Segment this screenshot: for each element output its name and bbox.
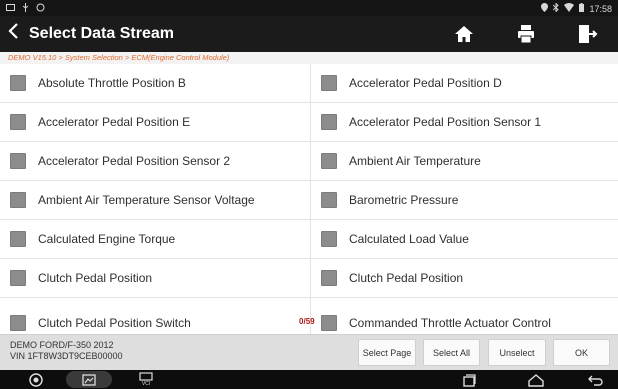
item-label: Accelerator Pedal Position D [349,76,502,90]
exit-icon[interactable] [576,23,598,45]
diagnostic-app-icon[interactable] [26,371,46,388]
notification-icon [6,3,15,14]
vci-label: VCI [141,381,151,387]
title-bar: Select Data Stream [0,16,618,52]
screenshot-icon[interactable] [66,371,112,388]
item-label: Clutch Pedal Position [349,271,464,285]
item-label: Ambient Air Temperature Sensor Voltage [38,193,255,207]
list-item[interactable]: Commanded Throttle Actuator Control [311,303,618,334]
checkbox[interactable] [321,114,337,130]
print-icon[interactable] [515,23,537,45]
item-label: Calculated Engine Torque [38,232,176,246]
list-item[interactable]: Accelerator Pedal Position Sensor 1 [311,103,618,142]
status-bar: 17:58 [0,0,618,16]
list-item[interactable]: Clutch Pedal Position [0,259,310,298]
select-all-button[interactable]: Select All [423,339,480,366]
vehicle-info: DEMO FORD/F-350 2012 VIN 1FT8W3DT9CEB000… [10,340,123,362]
vci-icon[interactable]: VCI [135,371,157,388]
item-label: Accelerator Pedal Position Sensor 2 [38,154,231,168]
back-nav-icon[interactable] [585,371,605,388]
wifi-icon [564,3,575,14]
bluetooth-icon [553,2,560,14]
app-icon [36,3,45,14]
checkbox[interactable] [10,114,26,130]
data-stream-list: Absolute Throttle Position B Accelerator… [0,64,618,334]
list-item[interactable]: Accelerator Pedal Position D [311,64,618,103]
list-item[interactable]: Clutch Pedal Position [311,259,618,298]
checkbox[interactable] [10,314,26,331]
breadcrumb: DEMO V15.10 > System Selection > ECM(Eng… [0,52,618,64]
list-item[interactable]: Clutch Pedal Position Switch [0,303,310,334]
item-label: Clutch Pedal Position [38,271,153,285]
item-label: Accelerator Pedal Position Sensor 1 [349,115,542,129]
list-item[interactable]: Accelerator Pedal Position Sensor 2 [0,142,310,181]
list-item[interactable]: Barometric Pressure [311,181,618,220]
unselect-button[interactable]: Unselect [488,339,546,366]
item-label: Calculated Load Value [349,232,469,246]
checkbox[interactable] [10,75,26,91]
list-item[interactable]: Calculated Load Value [311,220,618,259]
checkbox[interactable] [321,153,337,169]
select-page-button[interactable]: Select Page [358,339,416,366]
checkbox[interactable] [10,153,26,169]
checkbox[interactable] [321,314,337,331]
list-item[interactable]: Ambient Air Temperature Sensor Voltage [0,181,310,220]
item-label: Ambient Air Temperature [349,154,481,168]
recent-apps-icon[interactable] [459,371,479,388]
usb-icon [21,3,30,14]
back-arrow-icon[interactable] [6,21,20,47]
page-title: Select Data Stream [29,25,174,42]
home-icon[interactable] [453,23,475,45]
item-label: Commanded Throttle Actuator Control [349,315,551,330]
checkbox[interactable] [321,75,337,91]
vehicle-model: DEMO FORD/F-350 2012 [10,340,114,350]
vehicle-vin: VIN 1FT8W3DT9CEB00000 [10,351,123,361]
checkbox[interactable] [321,231,337,247]
item-label: Clutch Pedal Position Switch [38,315,191,330]
location-icon [541,3,549,14]
status-time: 17:58 [589,3,612,14]
ok-button[interactable]: OK [553,339,610,366]
item-label: Absolute Throttle Position B [38,76,186,90]
selection-counter: 0/59 [299,317,315,326]
list-item[interactable]: Accelerator Pedal Position E [0,103,310,142]
item-label: Accelerator Pedal Position E [38,115,191,129]
list-item[interactable]: Calculated Engine Torque [0,220,310,259]
checkbox[interactable] [321,192,337,208]
checkbox[interactable] [10,270,26,286]
checkbox[interactable] [10,231,26,247]
footer-bar: DEMO FORD/F-350 2012 VIN 1FT8W3DT9CEB000… [0,334,618,370]
android-nav-bar: VCI [0,370,618,389]
battery-icon [579,3,585,14]
checkbox[interactable] [321,270,337,286]
selected-count: 0 [299,317,304,326]
home-nav-icon[interactable] [525,371,547,388]
checkbox[interactable] [10,192,26,208]
item-label: Barometric Pressure [349,193,459,207]
list-item[interactable]: Absolute Throttle Position B [0,64,310,103]
list-item[interactable]: Ambient Air Temperature [311,142,618,181]
total-count: 59 [305,317,315,326]
